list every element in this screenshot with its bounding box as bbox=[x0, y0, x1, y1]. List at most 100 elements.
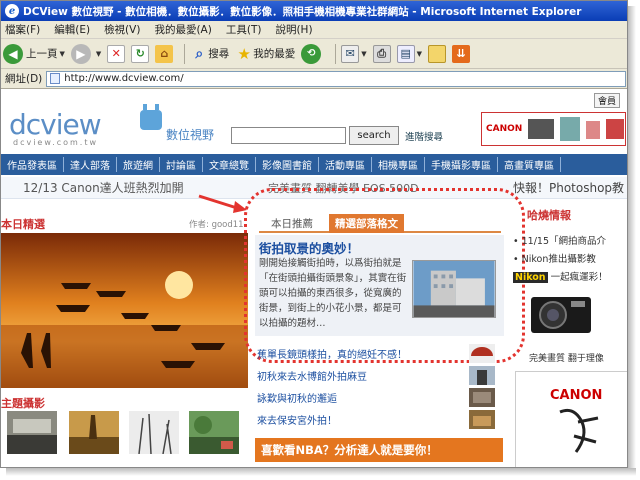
hot-news-text: Nikon推出攝影教 bbox=[521, 254, 596, 265]
nav-item[interactable]: 高畫質專區 bbox=[498, 157, 561, 172]
menu-favorites[interactable]: 我的最愛(A) bbox=[154, 22, 211, 37]
title-bar: e DCView 數位視野 - 數位相機．數位攝影．數位影像．照相手機相機專業社… bbox=[1, 1, 627, 21]
theme-photo-title: 主題攝影 bbox=[1, 397, 45, 410]
menu-tools[interactable]: 工具(T) bbox=[226, 22, 262, 37]
nav-item[interactable]: 相機專區 bbox=[372, 157, 425, 172]
nav-item[interactable]: 旅遊網 bbox=[117, 157, 160, 172]
ticker-left[interactable]: 12/13 Canon達人班熱烈加開 bbox=[23, 179, 184, 196]
article-list: 蕉單長鏡頭樣拍，真的絕妊不感！ 初秋來去水博館外拍麻豆 詠歎與初秋的邂逅 來去保… bbox=[257, 343, 497, 431]
printer-icon: ⎙ bbox=[372, 44, 391, 63]
mail-button[interactable]: ✉ ▼ bbox=[341, 44, 367, 63]
list-item[interactable]: 蕉單長鏡頭樣拍，真的絕妊不感！ bbox=[257, 343, 497, 365]
canon-ad[interactable]: CANON bbox=[515, 371, 627, 467]
list-item-text[interactable]: 初秋來去水博館外拍麻豆 bbox=[257, 368, 367, 383]
camera-caption[interactable]: 完美畫質 翻于理像 bbox=[529, 351, 604, 364]
refresh-button[interactable]: ↻ bbox=[131, 44, 150, 63]
photo-author[interactable]: 作者: good11 bbox=[189, 218, 244, 230]
daily-pick-title: 本日精選 bbox=[1, 218, 45, 231]
member-button[interactable]: 會員 bbox=[593, 93, 620, 108]
folder-icon bbox=[428, 44, 447, 63]
address-bar: 網址(D) http://www.dcview.com/ bbox=[1, 69, 627, 89]
nav-item[interactable]: 手機攝影專區 bbox=[425, 157, 498, 172]
nba-banner[interactable]: 喜歡看NBA？分析達人就是要你！ bbox=[255, 438, 503, 462]
list-item-text[interactable]: 蕉單長鏡頭樣拍，真的絕妊不感！ bbox=[257, 346, 407, 361]
theme-thumbnail[interactable] bbox=[189, 411, 239, 454]
list-item[interactable]: 初秋來去水博館外拍麻豆 bbox=[257, 365, 497, 387]
list-item-text[interactable]: 詠歎與初秋的邂逅 bbox=[257, 390, 337, 405]
hot-news-item[interactable]: Nikon 一起瘋運彩！ bbox=[513, 269, 608, 283]
list-item[interactable]: 詠歎與初秋的邂逅 bbox=[257, 387, 497, 409]
folder-button[interactable] bbox=[428, 44, 447, 63]
canon-top-banner[interactable]: CANON bbox=[481, 112, 626, 146]
main-nav: 作品發表區 達人部落 旅遊網 討論區 文章總覽 影像圖書館 活動專區 相機專區 … bbox=[1, 154, 627, 175]
ie-logo-icon: e bbox=[5, 4, 19, 18]
nikon-brand: Nikon bbox=[513, 272, 548, 283]
forward-dropdown-icon[interactable]: ▼ bbox=[96, 50, 101, 58]
window-title: DCView 數位視野 - 數位相機．數位攝影．數位影像．照相手機相機專業社群網… bbox=[23, 5, 582, 18]
site-search-input[interactable] bbox=[231, 127, 346, 144]
search-label: 搜尋 bbox=[208, 48, 230, 60]
back-dropdown-icon[interactable]: ▼ bbox=[60, 50, 65, 58]
site-search-button[interactable]: search bbox=[349, 126, 399, 145]
stop-button[interactable]: ✕ bbox=[107, 44, 126, 63]
back-arrow-icon: ◀ bbox=[3, 43, 23, 64]
hot-news-item[interactable]: • 11/15「網拍商品介 bbox=[513, 233, 606, 247]
list-thumbnail[interactable] bbox=[469, 388, 495, 407]
site-logo[interactable]: dcview bbox=[9, 108, 102, 141]
ticker-right[interactable]: 快報！Photoshop教 bbox=[513, 179, 624, 196]
history-icon: ⟲ bbox=[301, 43, 322, 64]
toolbar-separator bbox=[335, 43, 337, 64]
menu-help[interactable]: 說明(H) bbox=[275, 22, 312, 37]
address-url: http://www.dcview.com/ bbox=[64, 73, 184, 84]
menu-file[interactable]: 檔案(F) bbox=[5, 22, 40, 37]
nav-item[interactable]: 達人部落 bbox=[64, 157, 117, 172]
list-item[interactable]: 來去保安宮外拍！ bbox=[257, 409, 497, 431]
menu-view[interactable]: 檢視(V) bbox=[104, 22, 140, 37]
list-thumbnail[interactable] bbox=[469, 344, 495, 363]
nav-item[interactable]: 討論區 bbox=[160, 157, 203, 172]
edit-page-icon: ▤ bbox=[396, 44, 415, 63]
edit-button[interactable]: ▤ ▼ bbox=[396, 44, 422, 63]
refresh-icon: ↻ bbox=[131, 44, 150, 63]
address-input[interactable]: http://www.dcview.com/ bbox=[46, 70, 627, 87]
site-logo-subtitle: dcview.com.tw bbox=[13, 138, 99, 147]
back-button[interactable]: ◀ 上一頁 ▼ bbox=[3, 43, 65, 64]
menu-edit[interactable]: 編輯(E) bbox=[54, 22, 90, 37]
browser-window: e DCView 數位視野 - 數位相機．數位攝影．數位影像．照相手機相機專業社… bbox=[0, 0, 628, 468]
hot-news-item[interactable]: • Nikon推出攝影教 bbox=[513, 251, 596, 265]
theme-thumbnail[interactable] bbox=[7, 411, 57, 454]
home-button[interactable]: ⌂ bbox=[155, 44, 174, 63]
theme-thumbnail[interactable] bbox=[69, 411, 119, 454]
print-button[interactable]: ⎙ bbox=[372, 44, 391, 63]
page-icon bbox=[50, 73, 61, 84]
camera-ad-image[interactable] bbox=[527, 289, 597, 335]
favorites-label: 我的最愛 bbox=[253, 48, 296, 60]
window-shadow bbox=[6, 468, 636, 476]
nav-item[interactable]: 作品發表區 bbox=[1, 157, 64, 172]
mail-dropdown-icon[interactable]: ▼ bbox=[361, 50, 366, 58]
search-button[interactable]: ⌕ 搜尋 bbox=[190, 45, 229, 63]
advanced-search-link[interactable]: 進階搜尋 bbox=[405, 129, 443, 143]
nav-item[interactable]: 文章總覽 bbox=[203, 157, 256, 172]
extra-button[interactable]: ⇊ bbox=[452, 44, 471, 63]
list-thumbnail[interactable] bbox=[469, 410, 495, 429]
list-item-text[interactable]: 來去保安宮外拍！ bbox=[257, 412, 337, 427]
hot-news-title: 哈燒情報 bbox=[527, 209, 571, 222]
download-icon: ⇊ bbox=[452, 44, 471, 63]
canon-ad-art bbox=[559, 408, 599, 453]
nav-item[interactable]: 影像圖書館 bbox=[256, 157, 319, 172]
list-thumbnail[interactable] bbox=[469, 366, 495, 385]
nav-item[interactable]: 活動專區 bbox=[319, 157, 372, 172]
favorites-button[interactable]: ★ 我的最愛 bbox=[235, 45, 296, 63]
site-name: 數位視野 bbox=[166, 128, 215, 142]
featured-sunset-photo[interactable] bbox=[1, 233, 248, 388]
magnifier-icon: ⌕ bbox=[195, 45, 204, 62]
edit-dropdown-icon[interactable]: ▼ bbox=[417, 50, 422, 58]
highlight-oval bbox=[244, 188, 525, 363]
red-arrow-icon bbox=[198, 194, 247, 213]
history-button[interactable]: ⟲ bbox=[301, 43, 324, 64]
robot-mascot-icon bbox=[138, 104, 164, 134]
forward-button[interactable]: ▶ ▼ bbox=[70, 43, 101, 64]
window-shadow bbox=[628, 6, 636, 474]
theme-thumbnail[interactable] bbox=[129, 411, 179, 454]
